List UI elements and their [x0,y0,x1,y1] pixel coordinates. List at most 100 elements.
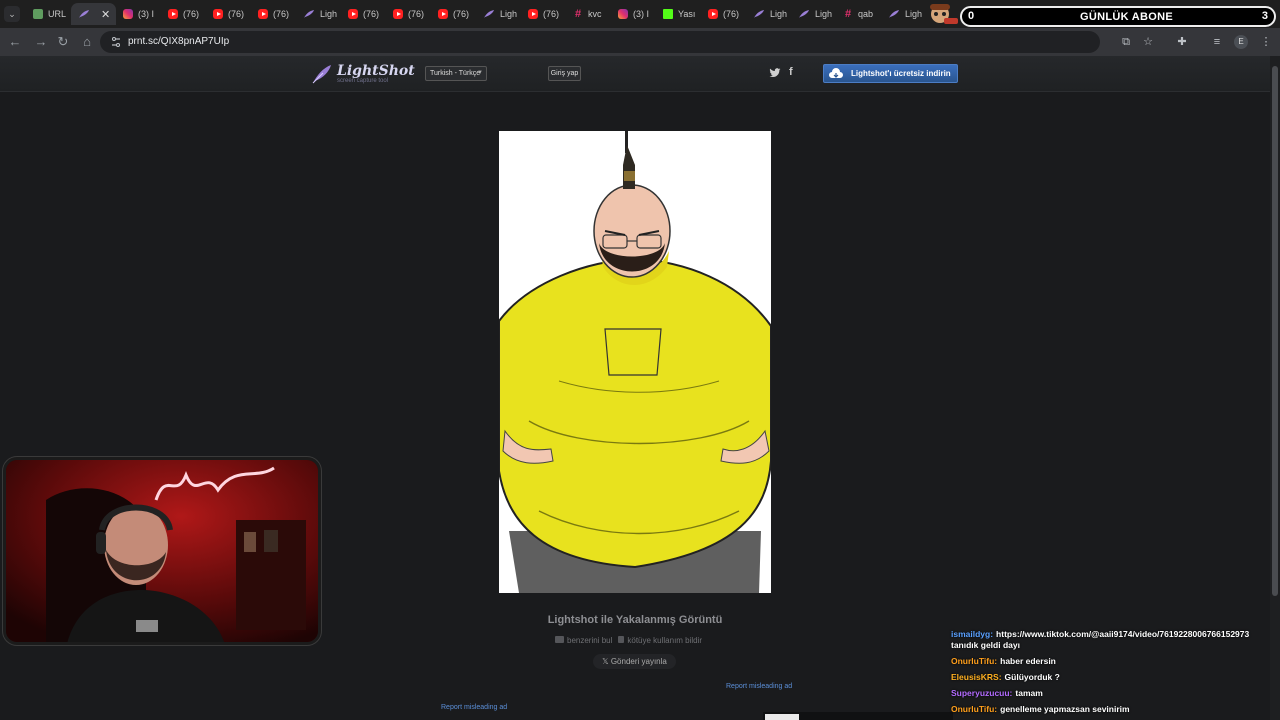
tab-strip: ⌄ URL ✕ (3) I (76) (76) (76) Ligh (76) (76) (76) L… [0,0,1280,28]
youtube-icon [708,9,718,19]
kick-icon [663,9,673,19]
login-button[interactable]: Giriş yap [548,66,581,81]
browser-tab[interactable]: (76) [206,3,251,25]
site-info-icon[interactable] [110,36,122,48]
tab-title: (76) [723,9,740,19]
tab-title: Ligh [905,9,923,19]
facebook-icon[interactable]: f [789,66,793,78]
chat-message: EleusisKRS: Gülüyorduk ? [951,672,1276,683]
tab-title: (3) I [633,9,650,19]
tab-list: URL ✕ (3) I (76) (76) (76) Ligh (76) (76) (76) Lig… [26,3,926,25]
x-logo-icon: 𝕏 [602,657,609,666]
menu-kebab-icon[interactable]: ⋮ [1258,34,1274,50]
cartoon-illustration [499,131,771,593]
lightshot-feather-icon [798,9,810,19]
chat-username[interactable]: OnurluTifu: [951,704,997,714]
caption-title: Lightshot ile Yakalanmış Görüntü [547,614,723,626]
extensions-icon[interactable]: ✚ [1174,34,1190,50]
youtube-icon [258,9,268,19]
chat-message: Superyuzucuu: tamam [951,688,1276,699]
browser-tab[interactable]: (76) [161,3,206,25]
browser-tab[interactable]: Yası [656,3,701,25]
captured-screenshot-image[interactable] [499,131,771,593]
share-x-label: Gönderi yayınla [610,657,667,666]
bookmark-star-icon[interactable]: ☆ [1140,34,1156,50]
report-abuse-link[interactable]: kötüye kullanım bildir [618,635,702,645]
install-app-icon[interactable]: ⧉ [1118,34,1134,50]
twitter-icon[interactable] [769,67,781,79]
chat-username[interactable]: ismaildyg: [951,629,993,639]
chat-username[interactable]: OnurluTifu: [951,656,997,666]
browser-tab[interactable]: URL [26,3,71,25]
home-icon[interactable]: ⌂ [78,33,96,51]
forward-icon[interactable]: → [32,33,50,51]
report-misleading-ad-link[interactable]: Report misleading ad [441,704,507,711]
mascot-icon [930,4,958,24]
download-lightshot-button[interactable]: Lightshot'ı ücretsiz indirin [823,64,958,83]
chrome-icon [33,9,43,19]
address-bar[interactable]: prnt.sc/QIX8pnAP7UIp [100,31,1100,53]
report-misleading-ad-link[interactable]: Report misleading ad [726,683,792,690]
reload-icon[interactable]: ↻ [54,33,72,51]
browser-tab[interactable]: (3) I [116,3,161,25]
youtube-icon [213,9,223,19]
tab-title: Ligh [770,9,788,19]
browser-tab[interactable]: ✕ [71,3,116,25]
chat-text: Gülüyorduk ? [1004,672,1060,682]
language-select-value: Turkish - Türkçe [430,70,481,77]
feather-icon [312,65,331,84]
browser-tab[interactable]: Ligh [476,3,521,25]
chat-username[interactable]: EleusisKRS: [951,672,1002,682]
browser-tab[interactable]: (76) [386,3,431,25]
browser-tab[interactable]: # kvc [566,3,611,25]
advertisement-banner[interactable] [763,712,953,720]
lightshot-feather-icon [78,9,90,19]
page-scrollbar[interactable] [1270,56,1280,720]
chat-text: haber edersin [1000,656,1056,666]
share-on-x-button[interactable]: 𝕏 Gönderi yayınla [593,654,676,669]
logo-text: LightShot [337,63,415,79]
browser-tab[interactable]: (76) [521,3,566,25]
browser-tab[interactable]: Ligh [791,3,836,25]
browser-tab[interactable]: (76) [431,3,476,25]
lightshot-logo[interactable]: LightShot screen capture tool [311,61,415,87]
lightshot-feather-icon [888,9,900,19]
tab-title: (76) [183,9,200,19]
browser-tab[interactable]: Ligh [746,3,791,25]
language-select[interactable]: Turkish - Türkçe ▼ [425,66,487,81]
scrollbar-thumb[interactable] [1272,66,1278,596]
chat-message: ismaildyg: https://www.tiktok.com/@aaii91… [951,629,1276,651]
browser-tab[interactable]: # qab [836,3,881,25]
instagram-icon [123,9,133,19]
tab-title: Ligh [320,9,338,19]
youtube-icon [438,9,448,19]
url-text[interactable]: prnt.sc/QIX8pnAP7UIp [128,36,229,47]
streamer-webcam [3,457,321,645]
browser-tab[interactable]: (3) I [611,3,656,25]
chat-message: OnurluTifu: genelleme yapmazsan sevinirim [951,704,1276,715]
tab-title: URL [48,9,67,19]
subscriber-label: GÜNLÜK ABONE [1080,11,1174,23]
webcam-feed [6,460,318,642]
browser-tab[interactable]: (76) [341,3,386,25]
youtube-icon [393,9,403,19]
browser-tab[interactable]: Ligh [881,3,926,25]
browser-tab[interactable]: (76) [251,3,296,25]
profile-avatar[interactable]: E [1234,35,1248,49]
back-icon[interactable]: ← [6,33,24,51]
tab-search-button[interactable]: ⌄ [4,6,20,22]
close-tab-icon[interactable]: ✕ [101,8,110,21]
tab-title: (76) [543,9,560,19]
youtube-icon [168,9,178,19]
browser-tab[interactable]: Ligh [296,3,341,25]
subscriber-count-start: 0 [968,10,975,22]
tab-title: (3) I [138,9,155,19]
chat-username[interactable]: Superyuzucuu: [951,688,1012,698]
find-similar-label: benzerini bul [567,635,613,645]
find-similar-link[interactable]: benzerini bul [555,635,613,645]
media-controls-icon[interactable]: ≡ [1209,34,1225,50]
browser-tab[interactable]: (76) [701,3,746,25]
tab-title: Yası [678,9,696,19]
tab-title: (76) [228,9,245,19]
instagram-icon [618,9,628,19]
